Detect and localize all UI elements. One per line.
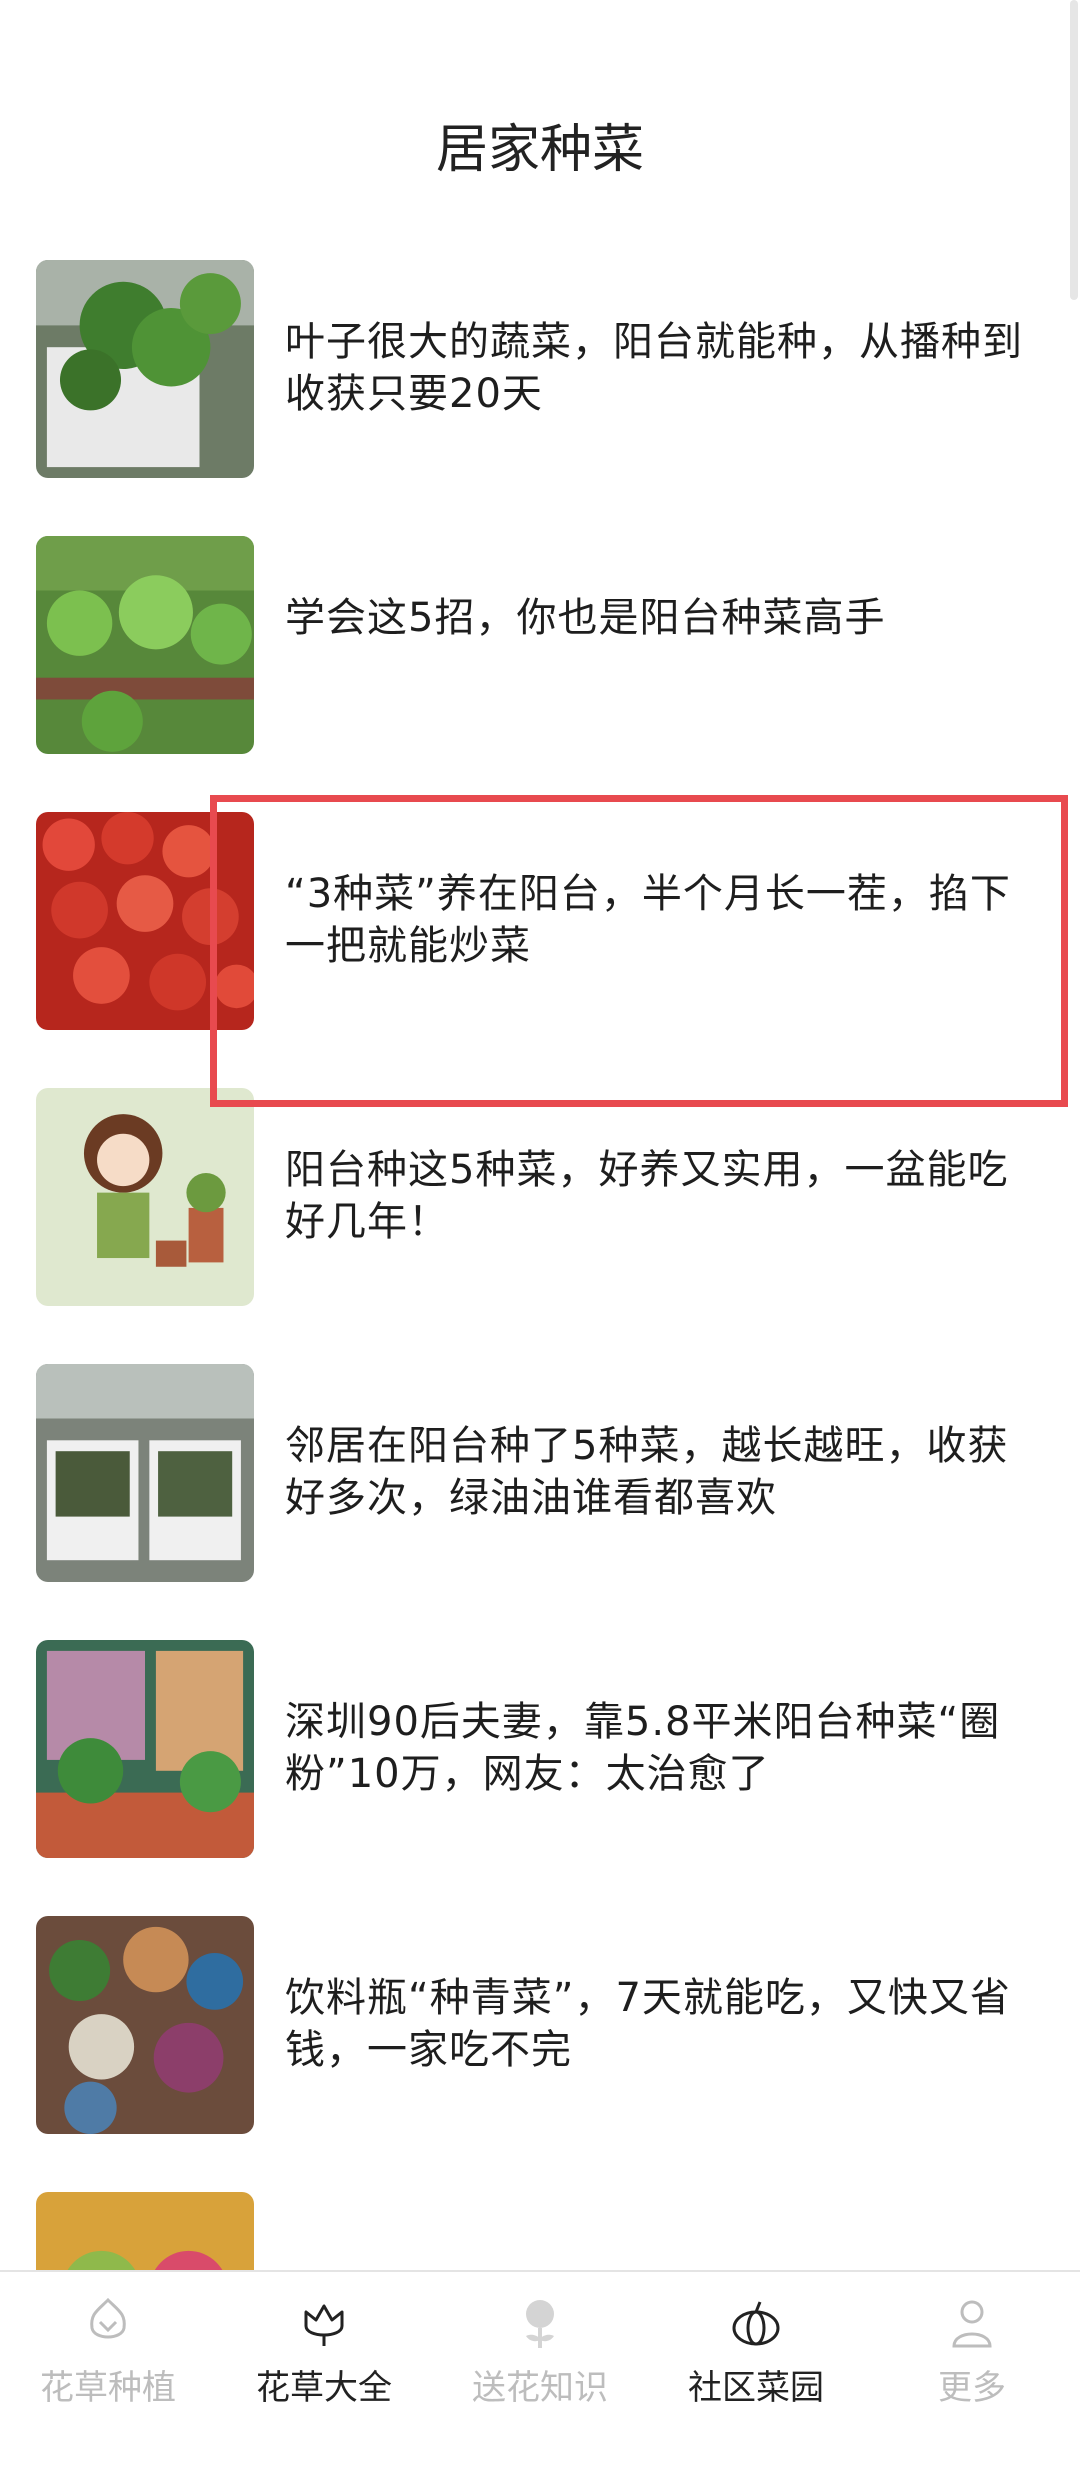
tab-flower-knowledge[interactable]: 送花知识 bbox=[432, 2272, 648, 2410]
article-title[interactable]: 叶子很大的蔬菜，阳台就能种，从播种到收获只要20天 bbox=[285, 316, 1044, 420]
flower-icon bbox=[78, 2292, 138, 2352]
list-item[interactable]: 邻居在阳台种了5种菜，越长越旺，收获好多次，绿油油谁看都喜欢 bbox=[0, 1362, 1080, 1638]
article-list: 叶子很大的蔬菜，阳台就能种，从播种到收获只要20天 学会这5招，你也是阳台种菜高… bbox=[0, 258, 1080, 2466]
article-title[interactable]: 深圳90后夫妻，靠5.8平米阳台种菜“圈粉”10万，网友：太治愈了 bbox=[285, 1696, 1044, 1800]
article-title[interactable]: 饮料瓶“种青菜”，7天就能吃，又快又省钱，一家吃不完 bbox=[285, 1972, 1044, 2076]
article-thumbnail bbox=[36, 1088, 254, 1306]
list-item[interactable]: 饮料瓶“种青菜”，7天就能吃，又快又省钱，一家吃不完 bbox=[0, 1914, 1080, 2190]
tab-label: 花草大全 bbox=[256, 2368, 392, 2408]
article-title[interactable]: 阳台种这5种菜，好养又实用，一盆能吃好几年！ bbox=[285, 1144, 1044, 1248]
tab-label: 花草种植 bbox=[40, 2368, 176, 2408]
list-item[interactable]: 学会这5招，你也是阳台种菜高手 bbox=[0, 534, 1080, 810]
scrollbar[interactable] bbox=[1070, 0, 1078, 300]
lotus-icon bbox=[294, 2292, 354, 2352]
article-thumbnail bbox=[36, 1640, 254, 1858]
rose-icon bbox=[510, 2292, 570, 2352]
article-title[interactable]: 学会这5招，你也是阳台种菜高手 bbox=[285, 592, 1044, 644]
tab-community-garden[interactable]: 社区菜园 bbox=[648, 2272, 864, 2410]
selection-highlight-box bbox=[210, 795, 1068, 1107]
tab-flower-encyclopedia[interactable]: 花草大全 bbox=[216, 2272, 432, 2410]
article-title[interactable]: 邻居在阳台种了5种菜，越长越旺，收获好多次，绿油油谁看都喜欢 bbox=[285, 1420, 1044, 1524]
page-title: 居家种菜 bbox=[435, 120, 644, 180]
article-thumbnail bbox=[36, 536, 254, 754]
pumpkin-icon bbox=[726, 2292, 786, 2352]
tab-label: 送花知识 bbox=[472, 2368, 608, 2408]
person-icon bbox=[942, 2292, 1002, 2352]
tab-label: 社区菜园 bbox=[688, 2368, 824, 2408]
tab-label: 更多 bbox=[938, 2368, 1006, 2408]
list-item[interactable]: 叶子很大的蔬菜，阳台就能种，从播种到收获只要20天 bbox=[0, 258, 1080, 534]
article-thumbnail bbox=[36, 260, 254, 478]
article-thumbnail bbox=[36, 1364, 254, 1582]
tab-flower-planting[interactable]: 花草种植 bbox=[0, 2272, 216, 2410]
list-item[interactable]: 深圳90后夫妻，靠5.8平米阳台种菜“圈粉”10万，网友：太治愈了 bbox=[0, 1638, 1080, 1914]
bottom-tab-bar: 花草种植 花草大全 送花知识 社区菜园 更多 bbox=[0, 2270, 1080, 2410]
tab-more[interactable]: 更多 bbox=[864, 2272, 1080, 2410]
article-thumbnail bbox=[36, 1916, 254, 2134]
list-item[interactable]: 阳台种这5种菜，好养又实用，一盆能吃好几年！ bbox=[0, 1086, 1080, 1362]
